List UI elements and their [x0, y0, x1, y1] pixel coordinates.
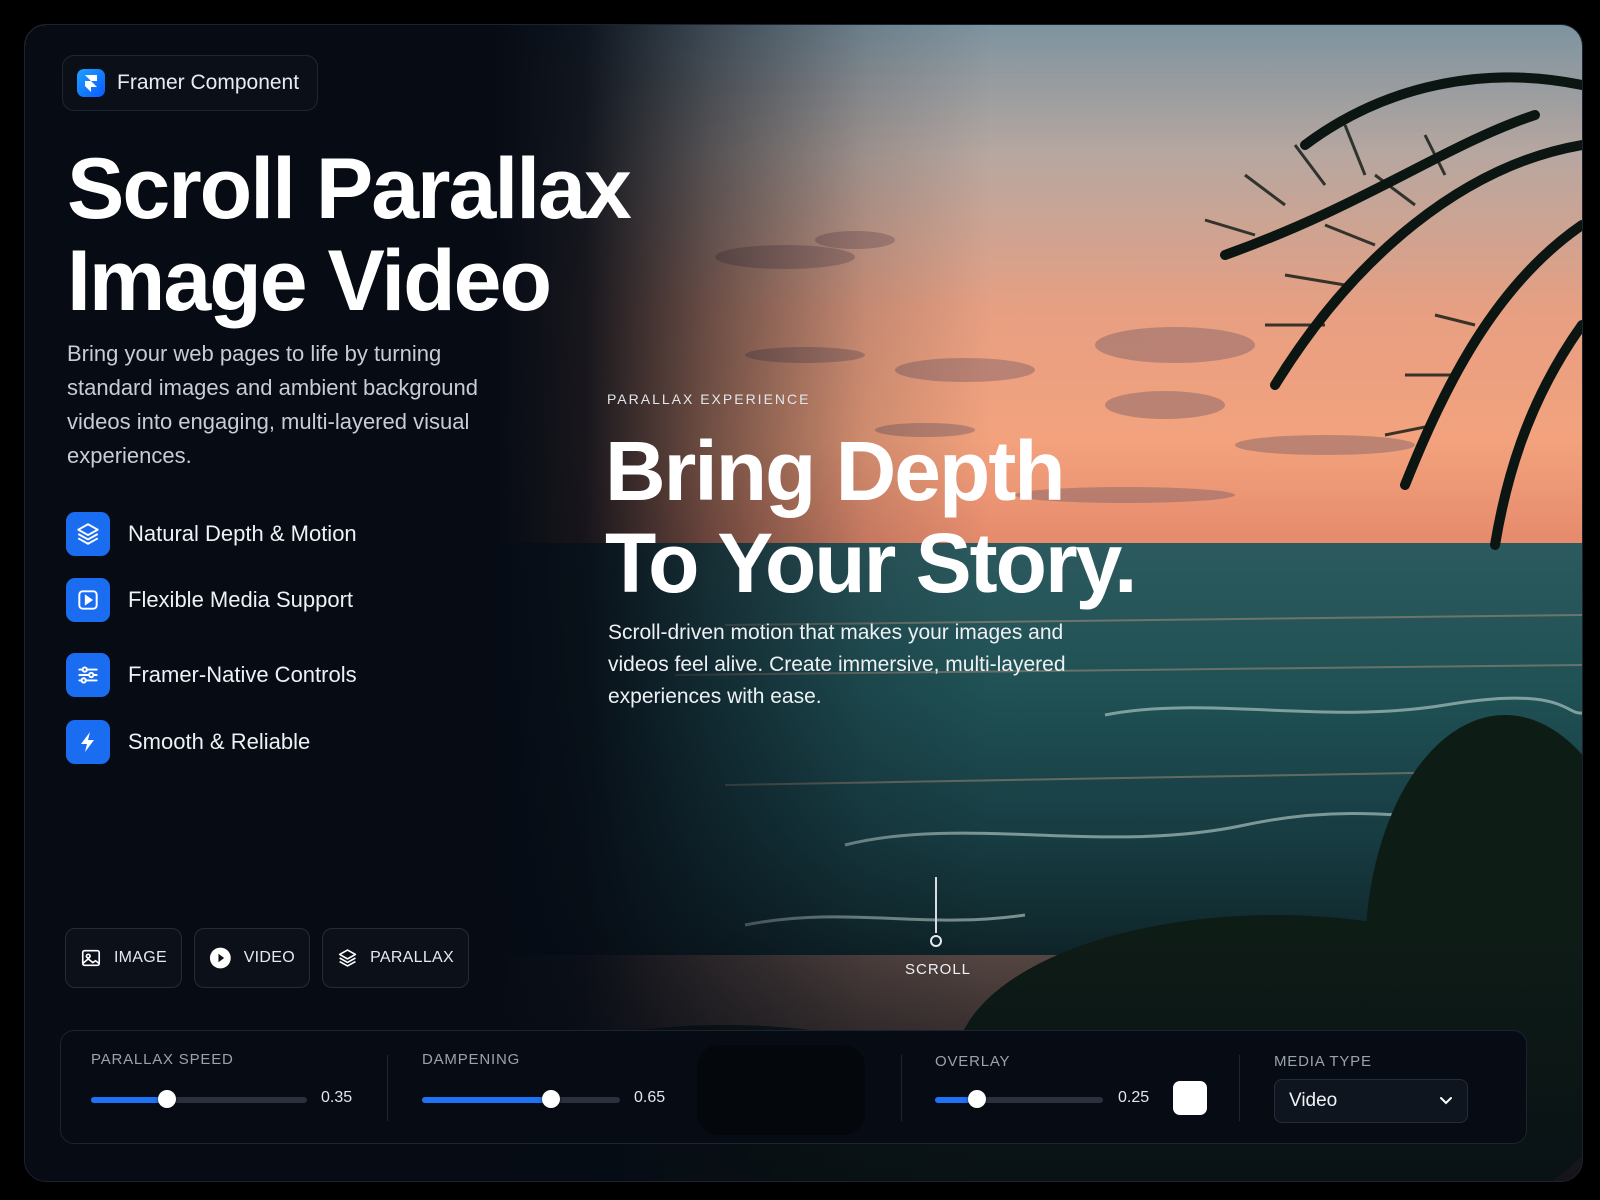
media-type-control: MEDIA TYPE Video	[1241, 1031, 1521, 1143]
badge-label: Framer Component	[117, 71, 300, 94]
slider-thumb[interactable]	[541, 1090, 560, 1108]
feature-item-smooth: Smooth & Reliable	[66, 720, 310, 764]
hero-headline: Bring Depth To Your Story.	[605, 424, 1137, 610]
feature-item-depth: Natural Depth & Motion	[66, 512, 357, 556]
hero-subtext: Scroll-driven motion that makes your ima…	[608, 621, 1066, 708]
media-type-select[interactable]: Video	[1274, 1079, 1468, 1123]
dampening-slider[interactable]	[422, 1090, 620, 1108]
layers-icon	[66, 512, 110, 556]
parallax-mode-button[interactable]: PARALLAX	[322, 928, 469, 988]
page-title: Scroll Parallax Image Video	[67, 141, 632, 329]
scroll-dot-icon	[930, 935, 942, 947]
scroll-indicator[interactable]: SCROLL	[905, 877, 970, 978]
parallax-speed-control: PARALLAX SPEED 0.35	[91, 1051, 353, 1108]
feature-item-controls: Framer-Native Controls	[66, 653, 357, 697]
play-square-icon	[66, 578, 110, 622]
component-frame: Framer Component Scroll Parallax Image V…	[24, 24, 1583, 1182]
sliders-icon	[66, 653, 110, 697]
image-mode-button[interactable]: IMAGE	[65, 928, 182, 988]
slider-thumb[interactable]	[157, 1090, 176, 1108]
framer-component-badge: Framer Component	[62, 55, 319, 111]
layers-icon	[338, 949, 357, 967]
slider-thumb[interactable]	[968, 1090, 986, 1108]
image-icon	[81, 949, 101, 967]
overlay-control: OVERLAY 0.25	[905, 1031, 1235, 1143]
video-mode-button[interactable]: VIDEO	[194, 928, 310, 988]
framer-logo-icon	[77, 69, 105, 97]
overlay-color-swatch[interactable]	[1173, 1081, 1207, 1115]
hero-eyebrow: PARALLAX EXPERIENCE	[607, 391, 811, 407]
feature-item-media: Flexible Media Support	[66, 578, 353, 622]
dampening-control: DAMPENING 0.65	[422, 1051, 666, 1108]
chevron-down-icon	[1440, 1097, 1452, 1105]
overlay-slider[interactable]	[935, 1090, 1103, 1108]
controls-panel: PARALLAX SPEED 0.35 DAMPENING 0.65 OVERL…	[60, 1030, 1527, 1144]
play-circle-icon	[209, 947, 231, 969]
intro-text: Bring your web pages to life by turning …	[67, 341, 478, 468]
parallax-speed-slider[interactable]	[91, 1090, 307, 1108]
lightning-icon	[66, 720, 110, 764]
